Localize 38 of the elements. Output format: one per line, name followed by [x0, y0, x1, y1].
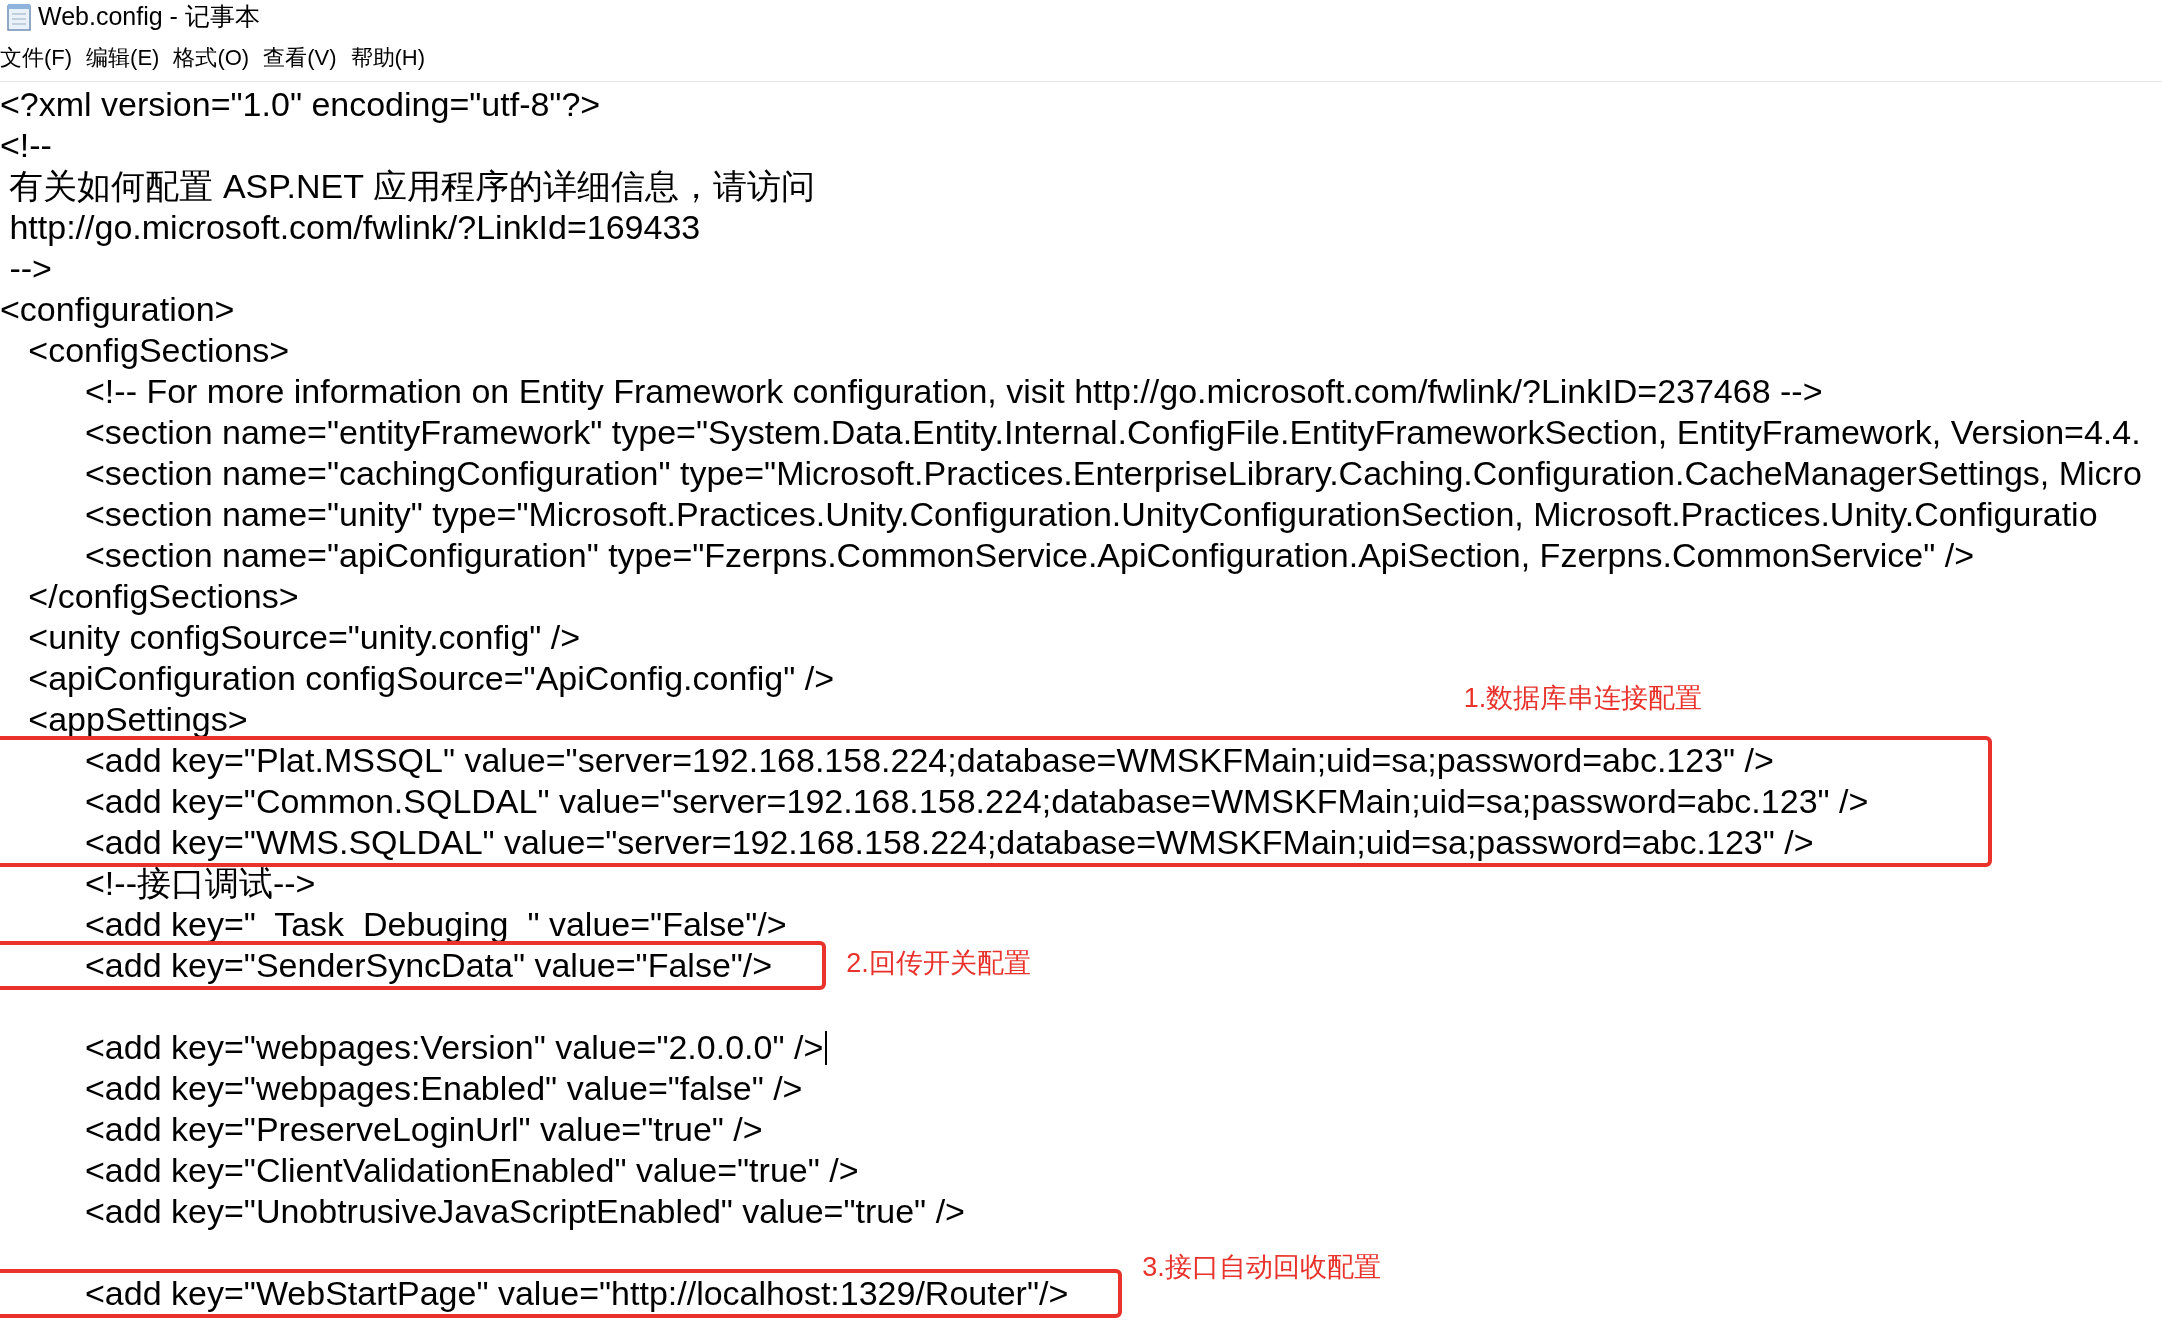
code-line: <add key="Common.SQLDAL" value="server=192.168.158.224;database=WMSKFMain;uid=sa;password=abc.123" />	[84, 781, 1869, 822]
code-line: <add key="PreserveLoginUrl" value="true" />	[84, 1109, 763, 1150]
annotation-label: 3.接口自动回收配置	[1142, 1251, 1381, 1284]
code-line: <add key="UnobtrusiveJavaScriptEnabled" value="true" />	[84, 1191, 965, 1232]
code-line: <add key="SenderSyncData" value="False"/>	[84, 945, 773, 986]
code-line: <section name="unity" type="Microsoft.Practices.Unity.Configuration.UnityConfigurationSection, Microsoft.Practices.Unity.Configuratio	[84, 494, 2098, 535]
code-line: <section name="entityFramework" type="System.Data.Entity.Internal.ConfigFile.EntityFrameworkSection, EntityFramework, Version=4.4.	[84, 412, 2141, 453]
code-line: <add key="WebStartPage" value="http://localhost:1329/Router"/>	[84, 1273, 1069, 1314]
annotation-label: 2.回传开关配置	[846, 947, 1031, 980]
code-line: <!-- For more information on Entity Framework configuration, visit http://go.microsoft.com/fwlink/?LinkID=237468 -->	[84, 371, 1823, 412]
code-line: 有关如何配置 ASP.NET 应用程序的详细信息，请访问	[8, 166, 815, 207]
menu-item[interactable]: 文件(F)	[0, 41, 73, 74]
code-line: <add key="Plat.MSSQL" value="server=192.168.158.224;database=WMSKFMain;uid=sa;password=abc.123" />	[84, 740, 1774, 781]
code-line: <appSettings>	[27, 699, 248, 740]
code-line: <add key="ClientValidationEnabled" value="true" />	[84, 1150, 859, 1191]
code-line: <add key=" Task Debuging " value="False"/>	[84, 904, 787, 945]
code-line: </configSections>	[27, 576, 299, 617]
code-line: <add key="WMS.SQLDAL" value="server=192.168.158.224;database=WMSKFMain;uid=sa;password=abc.123" />	[84, 822, 1814, 863]
menu-item[interactable]: 格式(O)	[173, 41, 250, 74]
code-line: <configSections>	[27, 330, 290, 371]
code-line: http://go.microsoft.com/fwlink/?LinkId=169433	[8, 207, 701, 248]
code-line: <apiConfiguration configSource="ApiConfig.config" />	[27, 658, 835, 699]
code-line: <add key="webpages:Enabled" value="false" />	[84, 1068, 803, 1109]
notepad-icon	[4, 2, 34, 32]
code-line: <configuration>	[0, 289, 235, 330]
code-line: <?xml version="1.0" encoding="utf-8"?>	[0, 84, 601, 125]
code-line: <!--接口调试-->	[84, 863, 316, 904]
window-title: Web.config - 记事本	[38, 1, 260, 33]
code-line: <add key="webpages:Version" value="2.0.0.0" />	[84, 1027, 824, 1068]
code-line: <section name="apiConfiguration" type="Fzerpns.CommonService.ApiConfiguration.ApiSection, Fzerpns.CommonService" />	[84, 535, 1974, 576]
code-line: <section name="cachingConfiguration" type="Microsoft.Practices.EnterpriseLibrary.Caching.Configuration.CacheManagerSettings, Micro	[84, 453, 2142, 494]
menu-item[interactable]: 编辑(E)	[86, 41, 160, 74]
annotation-label: 1.数据库串连接配置	[1463, 682, 1703, 715]
menu-item[interactable]: 查看(V)	[263, 41, 337, 74]
menu-item[interactable]: 帮助(H)	[350, 41, 426, 74]
code-line: -->	[8, 248, 52, 289]
code-line: <!--	[0, 125, 52, 166]
code-line: <unity configSource="unity.config" />	[27, 617, 581, 658]
